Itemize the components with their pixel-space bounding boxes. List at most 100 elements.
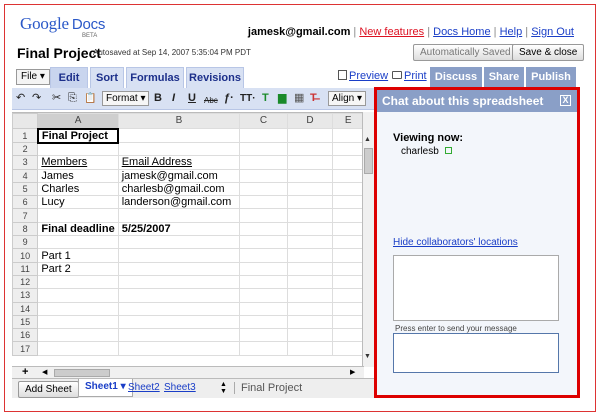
cell-a[interactable]: [37, 235, 119, 250]
row-number[interactable]: 7: [12, 208, 39, 223]
row-number[interactable]: 3: [12, 155, 39, 170]
cell-c[interactable]: [239, 168, 288, 183]
preview-link[interactable]: Preview: [338, 70, 388, 82]
cell-e[interactable]: [332, 141, 364, 157]
cell-c[interactable]: [239, 341, 288, 356]
cell-c[interactable]: [239, 208, 288, 223]
row-number[interactable]: 13: [12, 288, 39, 303]
cell-b[interactable]: [117, 314, 241, 330]
cell-e[interactable]: [332, 314, 364, 330]
corner-cell[interactable]: [12, 113, 39, 129]
scroll-thumb-horizontal[interactable]: [54, 369, 110, 377]
align-dropdown[interactable]: Align ▾: [328, 91, 367, 106]
bold-button[interactable]: B: [154, 92, 162, 105]
cell-a[interactable]: Part 2: [37, 261, 119, 276]
table-row[interactable]: 2: [12, 141, 364, 157]
cell-e[interactable]: [332, 235, 364, 250]
scroll-up-icon[interactable]: ▲: [364, 136, 371, 143]
tab-share[interactable]: Share: [484, 67, 524, 88]
sign-out-link[interactable]: Sign Out: [531, 26, 574, 38]
cell-c[interactable]: [239, 235, 288, 250]
redo-icon[interactable]: ↷: [32, 92, 41, 105]
cell-e[interactable]: [332, 328, 364, 343]
cell-b[interactable]: [117, 274, 241, 290]
row-number[interactable]: 14: [12, 301, 39, 316]
column-header-c[interactable]: C: [239, 113, 288, 129]
row-number[interactable]: 4: [12, 168, 39, 183]
cell-c[interactable]: [239, 221, 288, 237]
row-number[interactable]: 9: [12, 235, 39, 250]
cell-e[interactable]: [332, 208, 364, 223]
format-dropdown[interactable]: Format ▾: [102, 91, 150, 106]
save-close-button[interactable]: Save & close: [512, 44, 585, 61]
row-number[interactable]: 16: [12, 328, 39, 343]
cell-d[interactable]: [286, 261, 334, 276]
tab-formulas[interactable]: Formulas: [126, 67, 184, 88]
font-size-icon[interactable]: TT·: [240, 92, 256, 105]
print-link[interactable]: Print: [392, 70, 427, 82]
cell-d[interactable]: [286, 155, 334, 170]
cell-e[interactable]: [332, 288, 364, 303]
font-family-icon[interactable]: ƒ·: [224, 92, 234, 105]
table-row[interactable]: 11 Part 2: [12, 261, 364, 276]
cell-d[interactable]: [286, 195, 334, 210]
scroll-right-icon[interactable]: ▶: [350, 368, 355, 376]
cell-a[interactable]: Final Project: [36, 127, 120, 144]
cell-b[interactable]: Email Address: [117, 155, 241, 170]
column-header-e[interactable]: E: [332, 113, 364, 129]
cell-c[interactable]: [239, 141, 288, 157]
borders-icon[interactable]: ▦: [294, 92, 304, 105]
table-row[interactable]: 10 Part 1: [12, 248, 364, 263]
cell-e[interactable]: [332, 274, 364, 290]
undo-icon[interactable]: ↶: [16, 92, 25, 105]
cell-c[interactable]: [239, 261, 288, 276]
sheet-scroll-icon[interactable]: ▲ ▼: [220, 381, 227, 395]
hide-locations-link[interactable]: Hide collaborators' locations: [393, 237, 518, 248]
cell-c[interactable]: [239, 195, 288, 210]
cell-d[interactable]: [286, 341, 334, 356]
cell-b[interactable]: [117, 261, 241, 276]
cell-c[interactable]: [239, 155, 288, 170]
scroll-down-icon[interactable]: ▼: [364, 353, 371, 360]
cell-table[interactable]: A B C D E 1 Final Project 2 3 Members Email A…: [12, 113, 364, 356]
cell-c[interactable]: [239, 288, 288, 303]
cell-c[interactable]: [239, 274, 288, 290]
paste-icon[interactable]: 📋: [84, 92, 96, 105]
cell-a[interactable]: Final deadline: [37, 221, 119, 237]
cell-d[interactable]: [286, 248, 334, 263]
cell-c[interactable]: [239, 181, 288, 197]
cell-d[interactable]: [286, 235, 334, 250]
cell-e[interactable]: [332, 195, 364, 210]
row-number[interactable]: 15: [12, 314, 39, 330]
cell-b[interactable]: 5/25/2007: [117, 221, 241, 237]
cell-d[interactable]: [286, 288, 334, 303]
table-row[interactable]: 9: [12, 235, 364, 250]
cell-a[interactable]: [37, 141, 119, 157]
column-header-d[interactable]: D: [286, 113, 334, 129]
cell-a[interactable]: [37, 274, 119, 290]
text-color-icon[interactable]: T: [262, 92, 269, 105]
background-color-icon[interactable]: ▆: [278, 92, 286, 105]
chat-message-input[interactable]: [393, 333, 559, 373]
cell-b[interactable]: [117, 235, 241, 250]
cell-a[interactable]: [37, 341, 119, 356]
add-row-plus[interactable]: +: [22, 366, 28, 378]
cell-b[interactable]: [117, 328, 241, 343]
cell-d[interactable]: [286, 301, 334, 316]
table-row[interactable]: 7: [12, 208, 364, 223]
google-docs-logo[interactable]: Google Docs: [20, 14, 105, 34]
cell-a[interactable]: [37, 328, 119, 343]
close-chat-button[interactable]: X: [560, 95, 571, 106]
row-number[interactable]: 6: [12, 195, 39, 210]
sheet-tab-1[interactable]: Sheet1 ▾: [78, 379, 133, 397]
row-number[interactable]: 8: [12, 221, 39, 237]
tab-revisions[interactable]: Revisions: [186, 67, 244, 88]
cell-d[interactable]: [286, 168, 334, 183]
cell-e[interactable]: [332, 301, 364, 316]
cell-e[interactable]: [332, 261, 364, 276]
strikethrough-button[interactable]: Abc: [204, 94, 218, 107]
cell-b[interactable]: [117, 128, 241, 143]
cell-e[interactable]: [332, 181, 364, 197]
column-header-b[interactable]: B: [117, 113, 241, 129]
cell-a[interactable]: [37, 288, 119, 303]
